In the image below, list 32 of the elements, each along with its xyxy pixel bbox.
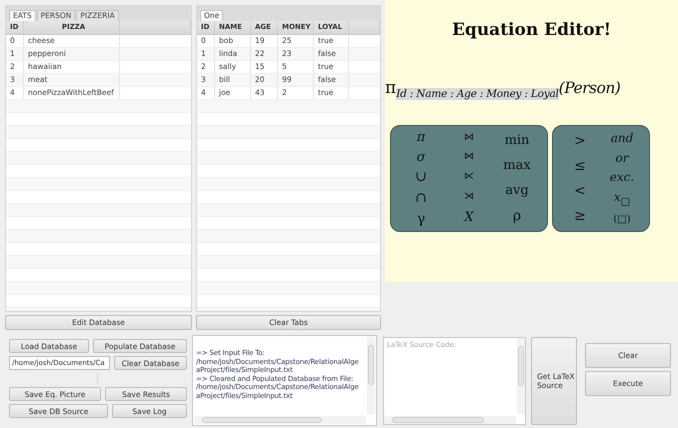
symbol-button[interactable]: ⋉ — [464, 172, 474, 182]
projection-subscript: Id : Name : Age : Money : Loyal — [396, 88, 559, 100]
log-area[interactable] — [192, 335, 377, 426]
editor-title: Equation Editor! — [452, 20, 612, 40]
symbol-button[interactable]: min — [504, 134, 530, 147]
symbol-button[interactable]: ≥ — [574, 209, 586, 224]
symbol-button[interactable]: ⋈ — [464, 132, 474, 143]
symbol-button[interactable]: exc. — [610, 171, 634, 184]
symbol-button[interactable]: ρ — [512, 209, 522, 223]
symbol-button[interactable]: (□) — [613, 215, 631, 226]
symbol-button[interactable]: and — [610, 132, 634, 144]
vertical-scrollbar[interactable] — [367, 337, 375, 414]
horizontal-scrollbar[interactable] — [194, 416, 366, 424]
symbol-button[interactable]: X — [464, 211, 474, 224]
symbol-button[interactable]: > — [574, 134, 586, 148]
symbol-button[interactable]: avg — [505, 184, 529, 197]
symbol-button[interactable]: π — [416, 131, 426, 144]
vertical-scrollbar[interactable] — [517, 338, 525, 414]
relation-name: (Person) — [558, 78, 620, 98]
symbol-button[interactable]: or — [616, 152, 628, 164]
pi-symbol: π — [385, 78, 396, 98]
symbol-button[interactable]: ⋈ — [464, 152, 474, 162]
symbol-button[interactable]: ∪ — [415, 170, 427, 184]
symbol-button[interactable]: max — [503, 159, 531, 172]
symbol-button[interactable]: ≤ — [574, 158, 586, 173]
horizontal-scrollbar[interactable] — [384, 416, 516, 424]
symbol-button[interactable]: σ — [416, 150, 426, 164]
symbol-button[interactable]: ∩ — [415, 191, 427, 206]
symbol-button[interactable]: < — [574, 184, 586, 198]
symbol-button[interactable]: x$_{□}$ — [614, 191, 630, 208]
symbol-button[interactable]: γ — [416, 212, 426, 226]
symbol-button[interactable]: ⋊ — [464, 192, 474, 202]
